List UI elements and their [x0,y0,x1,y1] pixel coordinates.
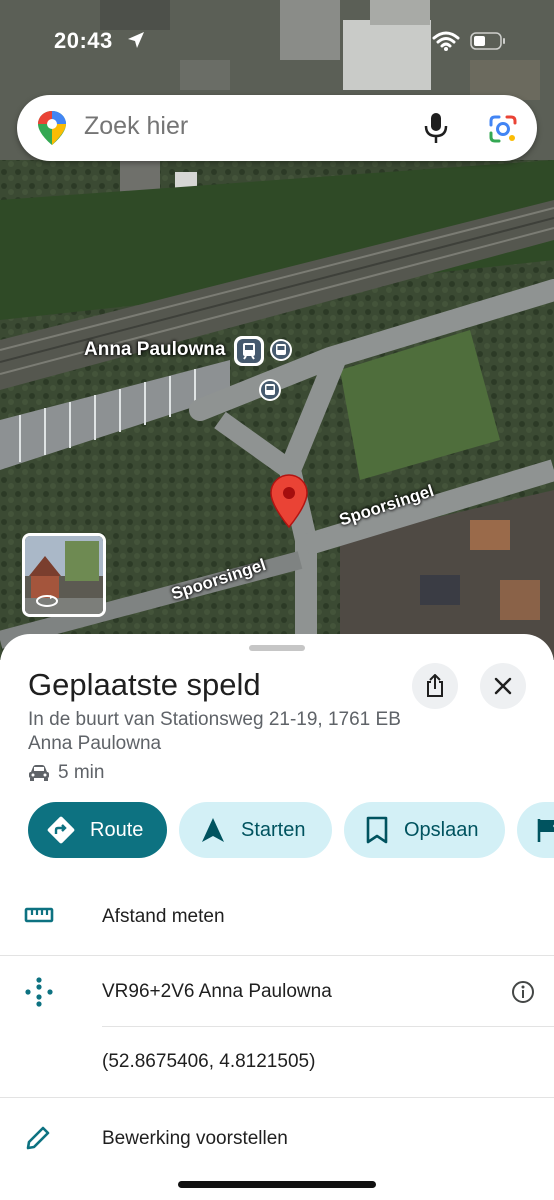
location-arrow-icon [128,32,144,48]
wifi-icon [432,31,460,51]
maps-pin-icon [38,111,66,145]
navigation-icon [202,818,224,842]
station-label[interactable]: Anna Paulowna [84,339,225,361]
place-sheet[interactable]: Geplaatste speld In de buurt van Station… [0,634,554,1200]
place-title: Geplaatste speld [28,667,261,702]
save-button[interactable]: Opslaan [344,802,505,858]
save-label: Opslaan [404,818,479,841]
start-button[interactable]: Starten [179,802,332,858]
ruler-icon [24,907,54,923]
search-input[interactable] [84,112,384,141]
microphone-icon[interactable] [421,111,451,145]
measure-distance-row[interactable]: Afstand meten [0,900,554,956]
plus-code-label: VR96+2V6 Anna Paulowna [102,981,332,1002]
directions-icon [47,816,75,844]
route-label: Route [90,818,144,841]
label-button[interactable] [517,802,554,858]
travel-time: 5 min [58,762,105,783]
drag-handle[interactable] [249,645,305,651]
car-icon [29,765,49,781]
status-time: 20:43 [54,28,113,53]
home-indicator[interactable] [178,1181,376,1188]
train-icon[interactable] [233,335,265,367]
share-button[interactable] [412,663,458,709]
search-bar[interactable] [17,95,537,161]
status-bar: 20:43 [0,0,554,80]
edit-icon [26,1126,50,1150]
suggest-edit-row[interactable]: Bewerking voorstellen [0,1098,554,1174]
google-lens-icon[interactable] [487,113,519,145]
battery-icon [470,32,505,50]
measure-distance-label: Afstand meten [102,906,225,927]
info-icon[interactable] [511,980,535,1004]
coordinates-label: (52.8675406, 4.8121505) [102,1051,316,1072]
bookmark-icon [366,816,388,844]
route-button[interactable]: Route [28,802,167,858]
rotate-icon [36,595,58,607]
plus-code-icon [25,977,53,1007]
bus-icon[interactable] [258,378,282,402]
plus-code-row[interactable]: VR96+2V6 Anna Paulowna [0,956,554,1026]
street-view-thumbnail[interactable] [22,533,106,617]
start-label: Starten [241,818,306,841]
suggest-edit-label: Bewerking voorstellen [102,1128,288,1149]
coordinates-row[interactable]: (52.8675406, 4.8121505) [0,1027,554,1097]
place-address: In de buurt van Stationsweg 21-19, 1761 … [28,709,401,754]
share-icon [427,674,443,697]
close-button[interactable] [480,663,526,709]
bus-icon[interactable] [269,338,293,362]
travel-info[interactable]: 5 min [28,762,104,784]
flag-icon [537,819,554,842]
action-chips: Route Starten Opslaan [28,802,554,860]
map-pin-icon[interactable] [270,474,308,528]
close-icon [494,677,512,695]
